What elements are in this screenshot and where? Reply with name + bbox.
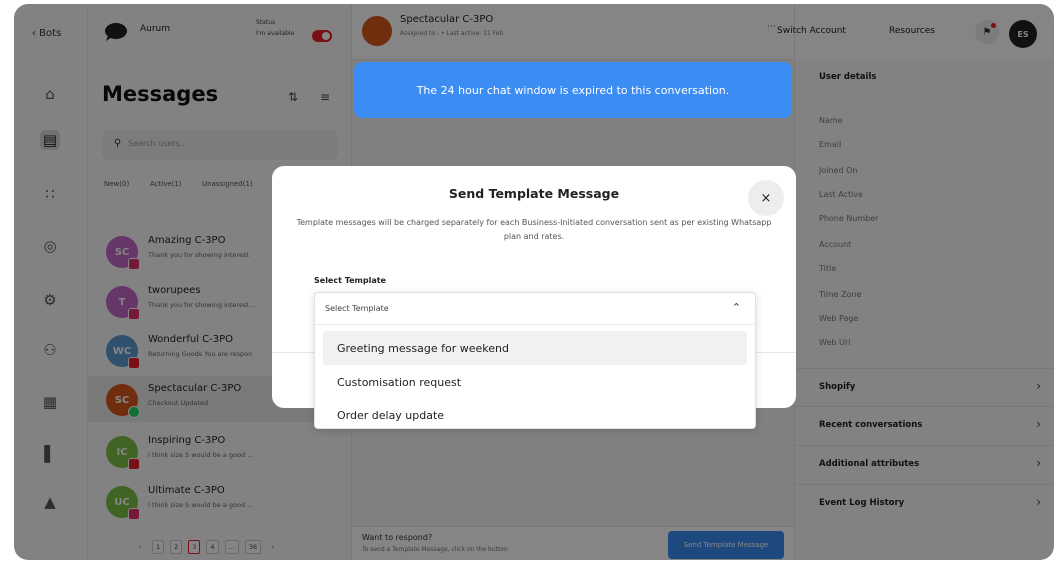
close-icon[interactable]: × (748, 180, 784, 216)
template-option[interactable]: Order delay update (323, 398, 747, 432)
template-option[interactable]: Greeting message for weekend (323, 331, 747, 365)
template-dropdown: Select Template ⌃ Greeting message for w… (314, 292, 756, 429)
select-placeholder: Select Template (325, 304, 389, 313)
select-template-label: Select Template (314, 276, 386, 285)
modal-title: Send Template Message (448, 186, 620, 201)
expired-window-notice: The 24 hour chat window is expired to th… (354, 62, 792, 118)
template-option[interactable]: Customisation request (323, 365, 747, 399)
template-select[interactable]: Select Template ⌃ (315, 293, 755, 325)
modal-description: Template messages will be charged separa… (296, 218, 772, 241)
chevron-up-icon: ⌃ (731, 301, 741, 314)
app-window: ‹ Bots ⌂ ▤ ∷ ◎ ⚙ ⚇ ▦ ▌ ▲ Aurum Status I'… (14, 4, 1054, 560)
